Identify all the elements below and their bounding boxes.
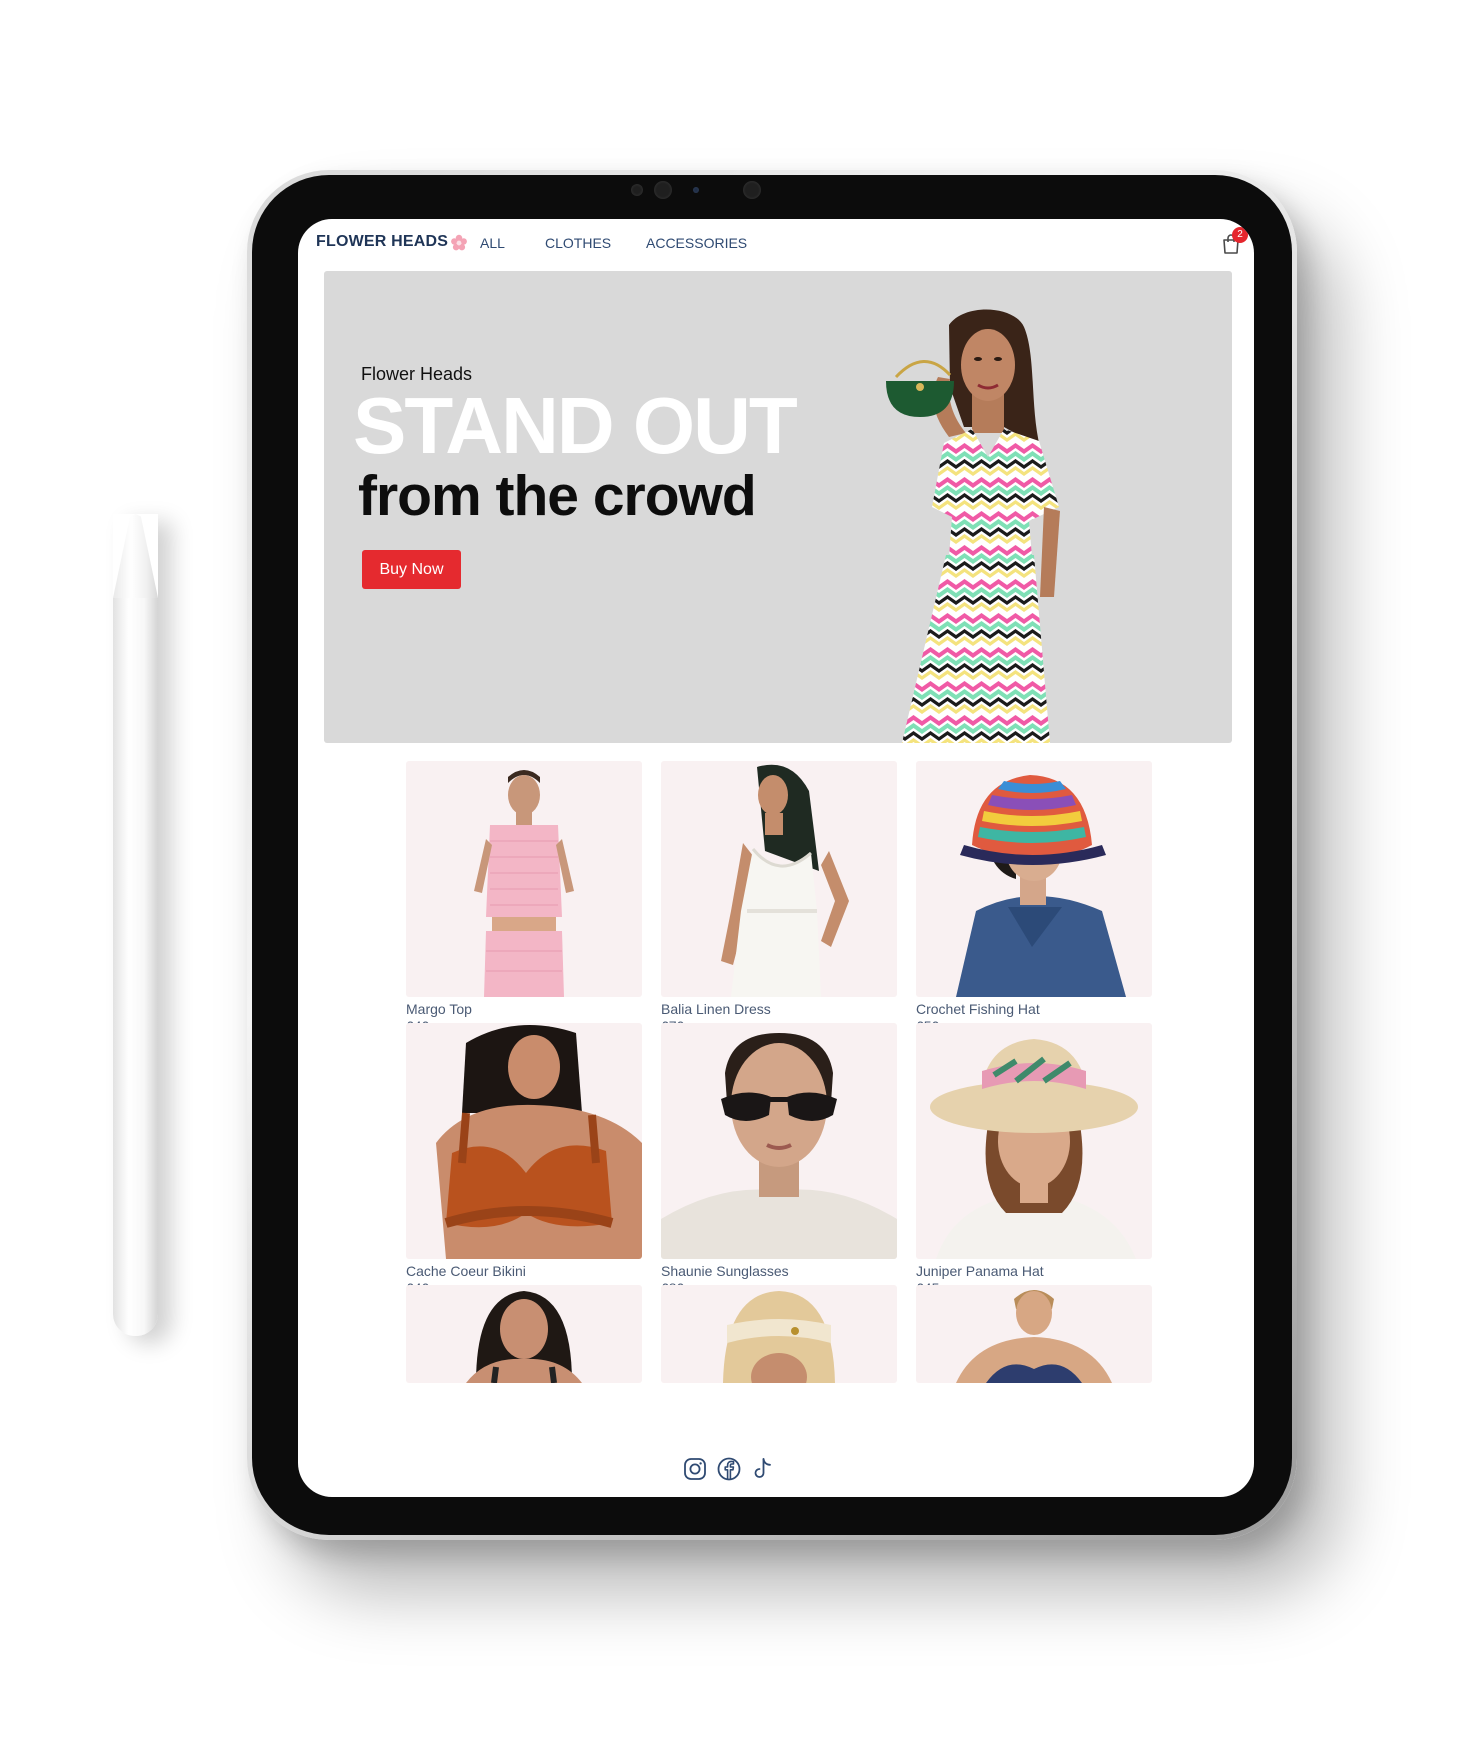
tablet-device: FLOWER HEADS ALL CLOTHES ACCESSORIES 2 F…: [247, 170, 1297, 1540]
product-name[interactable]: Shaunie Sunglasses: [661, 1263, 897, 1280]
product-card[interactable]: Margo Top £40: [406, 761, 642, 1035]
product-card-partial[interactable]: [661, 1285, 897, 1383]
brand-logo-text[interactable]: FLOWER HEADS: [316, 233, 448, 251]
camera-indicator-icon: [693, 187, 699, 193]
hero-model-image: [886, 309, 1060, 743]
cart-count-badge: 2: [1232, 227, 1248, 243]
product-name[interactable]: Margo Top: [406, 1001, 642, 1018]
product-image[interactable]: [916, 761, 1152, 997]
product-name[interactable]: Balia Linen Dress: [661, 1001, 897, 1018]
mockup-scene: FLOWER HEADS ALL CLOTHES ACCESSORIES 2 F…: [0, 0, 1468, 1750]
buy-now-button[interactable]: Buy Now: [362, 550, 461, 589]
product-image[interactable]: [916, 1023, 1152, 1259]
flower-icon: [451, 234, 467, 251]
hero-banner: Flower Heads STAND OUT from the crowd Bu…: [324, 271, 1232, 743]
tablet-bezel: FLOWER HEADS ALL CLOTHES ACCESSORIES 2 F…: [252, 175, 1292, 1535]
product-image[interactable]: [916, 1285, 1152, 1383]
nav-link-clothes[interactable]: CLOTHES: [545, 235, 611, 251]
product-card-partial[interactable]: [916, 1285, 1152, 1383]
site-header: FLOWER HEADS ALL CLOTHES ACCESSORIES 2: [298, 219, 1254, 269]
product-name[interactable]: Crochet Fishing Hat: [916, 1001, 1152, 1018]
nav-link-all[interactable]: ALL: [480, 235, 505, 251]
product-image[interactable]: [406, 1285, 642, 1383]
pencil-tip: [113, 514, 158, 598]
product-image[interactable]: [406, 761, 642, 997]
nav-link-accessories[interactable]: ACCESSORIES: [646, 235, 747, 251]
product-card[interactable]: Balia Linen Dress £70: [661, 761, 897, 1035]
camera-lens-icon: [743, 181, 761, 199]
product-card[interactable]: Shaunie Sunglasses £80: [661, 1023, 897, 1297]
product-image[interactable]: [661, 1023, 897, 1259]
product-name[interactable]: Cache Coeur Bikini: [406, 1263, 642, 1280]
camera-lens-icon: [654, 181, 672, 199]
product-card[interactable]: Crochet Fishing Hat £50: [916, 761, 1152, 1035]
product-name[interactable]: Juniper Panama Hat: [916, 1263, 1152, 1280]
product-image[interactable]: [406, 1023, 642, 1259]
pencil-body: [113, 598, 158, 1336]
tablet-screen: FLOWER HEADS ALL CLOTHES ACCESSORIES 2 F…: [298, 219, 1254, 1497]
product-card[interactable]: Cache Coeur Bikini £40: [406, 1023, 642, 1297]
stylus-pencil: [113, 514, 158, 1336]
hero-headline: STAND OUT: [353, 381, 798, 470]
facebook-icon[interactable]: [716, 1456, 742, 1482]
camera-sensor-icon: [631, 184, 643, 196]
instagram-icon[interactable]: [682, 1456, 708, 1482]
tiktok-icon[interactable]: [750, 1456, 776, 1482]
product-image[interactable]: [661, 761, 897, 997]
product-card-partial[interactable]: [406, 1285, 642, 1383]
hero-subheadline: from the crowd: [358, 464, 757, 528]
product-card[interactable]: Juniper Panama Hat £45: [916, 1023, 1152, 1297]
product-image[interactable]: [661, 1285, 897, 1383]
